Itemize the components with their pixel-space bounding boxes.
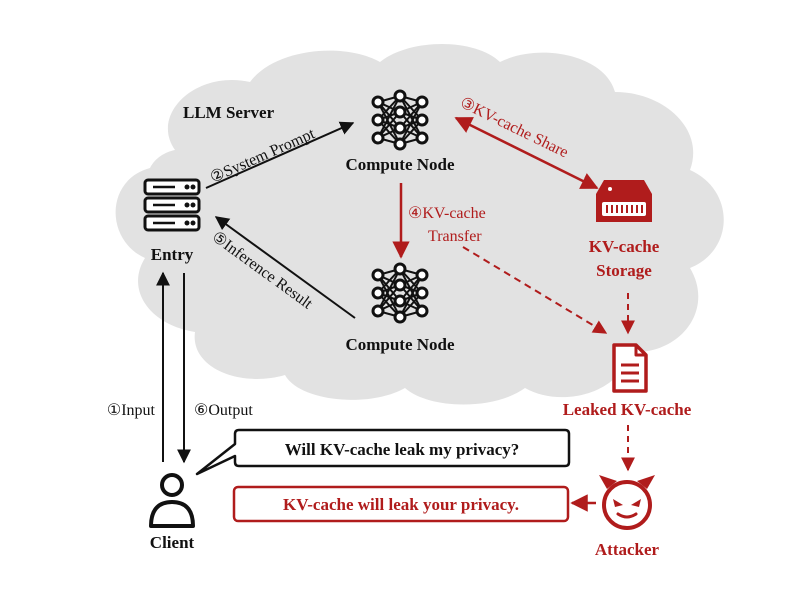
- compute-node-top-label: Compute Node: [345, 155, 455, 174]
- kv-storage-label-line2: Storage: [596, 261, 652, 280]
- document-icon: [612, 343, 648, 393]
- compute-node-bottom-label: Compute Node: [345, 335, 455, 354]
- devil-face-icon: [599, 475, 655, 530]
- client-label: Client: [150, 533, 195, 552]
- client-question-text: Will KV-cache leak my privacy?: [285, 440, 520, 459]
- entry-label: Entry: [151, 245, 194, 264]
- kv-cache-privacy-diagram: LLM Server Compute Node Compute Node Ent…: [107, 44, 724, 559]
- kv-transfer-edge-label-line2: Transfer: [428, 228, 482, 245]
- kv-storage-label-line1: KV-cache: [589, 237, 660, 256]
- server-rack-icon: [143, 178, 201, 232]
- attacker-answer-text: KV-cache will leak your privacy.: [283, 495, 519, 514]
- leaked-kv-cache-label: Leaked KV-cache: [563, 400, 692, 419]
- user-icon: [149, 473, 195, 528]
- attacker-label: Attacker: [595, 540, 660, 559]
- output-edge-label: ⑥Output: [194, 402, 253, 419]
- input-edge-label: ①Input: [107, 402, 156, 419]
- kv-transfer-edge-label-line1: ④KV-cache: [408, 205, 486, 222]
- hard-drive-icon: [596, 180, 652, 222]
- server-title: LLM Server: [183, 103, 275, 122]
